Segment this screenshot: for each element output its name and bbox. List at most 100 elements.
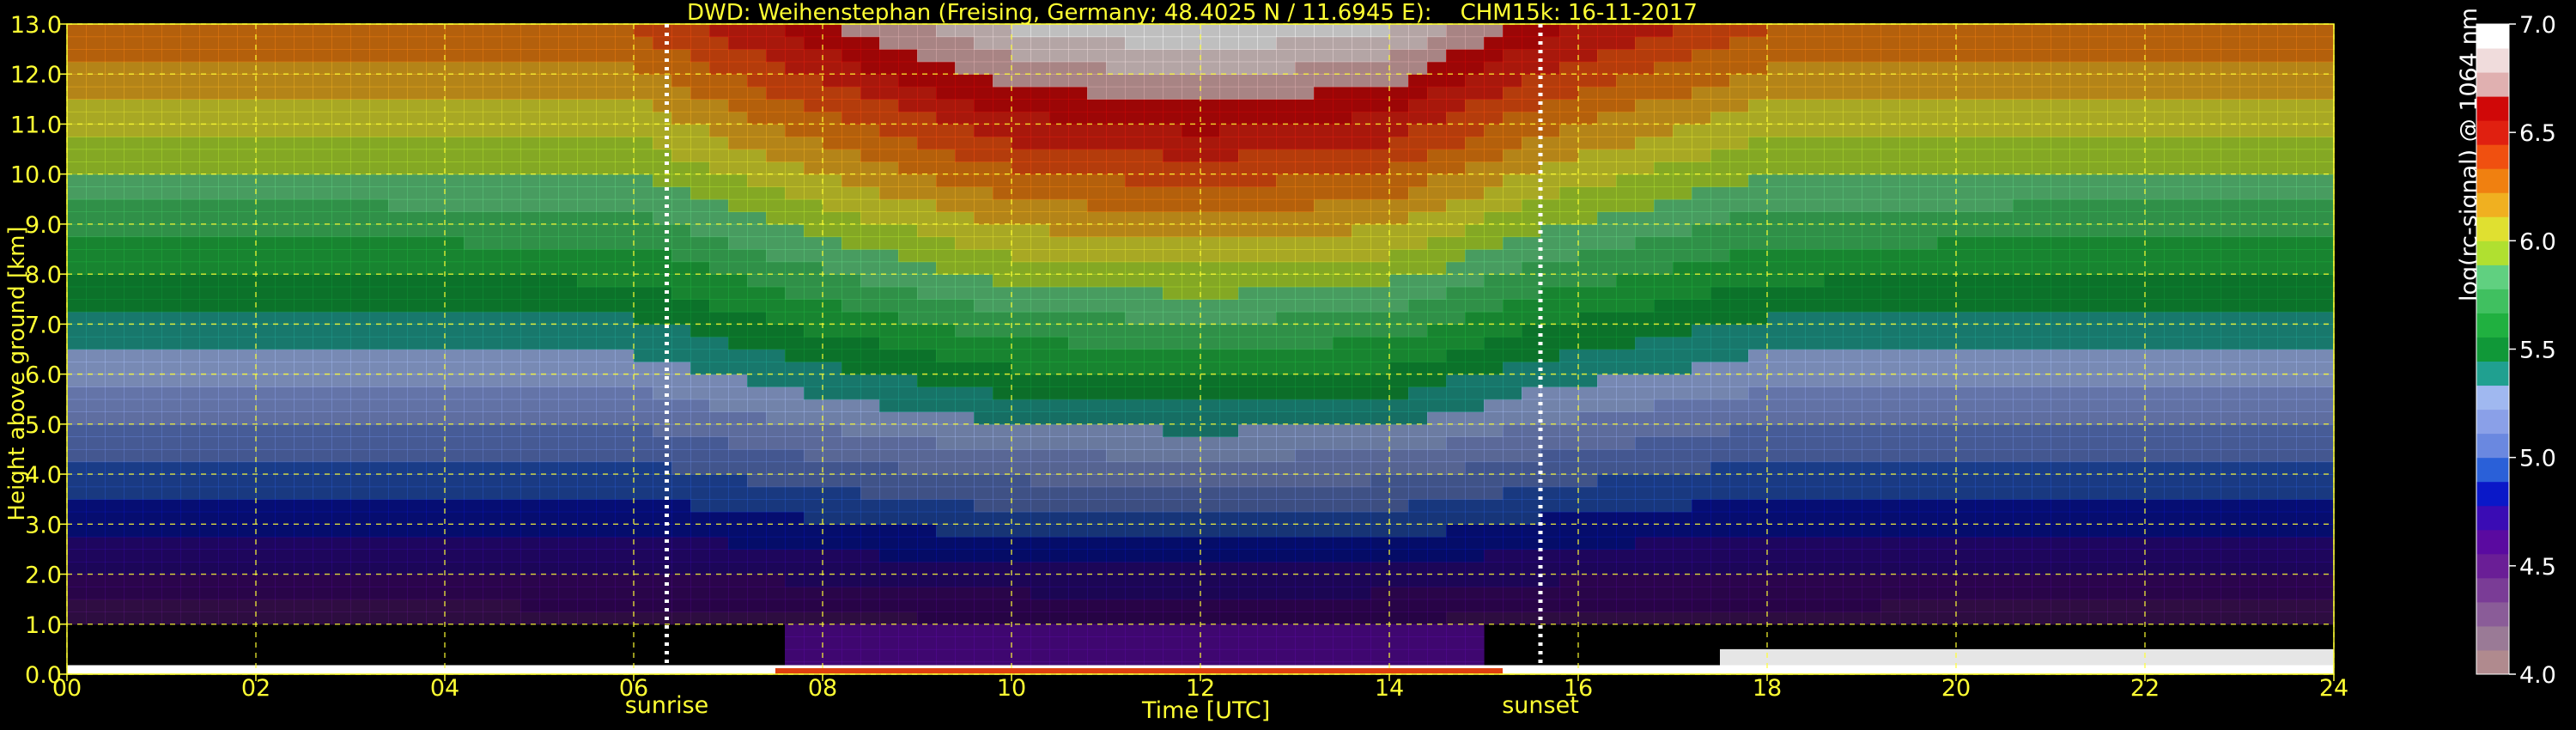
signal-cell (388, 636, 408, 649)
signal-cell (1427, 636, 1447, 650)
signal-cell (161, 74, 181, 88)
signal-cell (1219, 137, 1239, 150)
signal-cell (313, 286, 332, 300)
signal-cell (407, 324, 427, 338)
signal-cell (1049, 261, 1069, 275)
signal-cell (1049, 561, 1069, 575)
signal-cell (653, 74, 672, 88)
signal-cell (313, 124, 332, 137)
signal-cell (804, 261, 823, 275)
signal-cell (1540, 536, 1560, 551)
signal-cell (1540, 599, 1560, 612)
signal-cell (1729, 137, 1749, 150)
signal-cell (1314, 486, 1334, 500)
signal-cell (577, 374, 597, 387)
signal-cell (1333, 173, 1352, 187)
signal-cell (671, 636, 691, 649)
signal-cell (936, 261, 956, 275)
signal-cell (1767, 111, 1787, 125)
signal-cell (1389, 398, 1409, 412)
signal-cell (1125, 461, 1145, 475)
signal-cell (1578, 324, 1598, 338)
signal-cell (520, 461, 540, 475)
signal-cell (1068, 624, 1088, 637)
signal-cell (1673, 474, 1692, 488)
signal-cell (596, 186, 616, 200)
signal-cell (1200, 524, 1220, 538)
signal-cell (1389, 349, 1409, 362)
signal-cell (993, 274, 1012, 288)
signal-cell (1012, 149, 1031, 162)
signal-cell (1654, 398, 1674, 412)
signal-cell (275, 274, 295, 288)
signal-cell (1106, 249, 1126, 263)
signal-cell (218, 261, 238, 275)
signal-cell (1635, 311, 1655, 325)
signal-cell (1522, 587, 1541, 600)
signal-cell (1710, 74, 1730, 88)
signal-cell (464, 499, 483, 513)
signal-cell (1257, 536, 1277, 551)
signal-cell (917, 398, 937, 412)
signal-cell (1559, 137, 1579, 150)
signal-cell (1748, 524, 1768, 538)
signal-cell (841, 511, 861, 525)
signal-cell (1427, 624, 1447, 637)
signal-cell (1522, 49, 1541, 63)
signal-cell (313, 173, 332, 187)
signal-cell (275, 649, 295, 662)
signal-cell (1049, 549, 1069, 563)
signal-cell (407, 474, 427, 488)
signal-cell (1446, 49, 1466, 63)
signal-cell (1692, 474, 1711, 488)
signal-cell (1578, 274, 1598, 288)
signal-cell (1540, 374, 1560, 387)
signal-cell (1710, 324, 1730, 338)
signal-cell (1219, 173, 1239, 187)
signal-cell (1635, 511, 1655, 525)
signal-cell (974, 61, 993, 75)
signal-cell (1125, 511, 1145, 525)
signal-cell (1597, 124, 1617, 137)
signal-cell (955, 161, 975, 175)
signal-cell (369, 137, 389, 150)
signal-cell (294, 411, 313, 425)
signal-cell (1484, 574, 1504, 587)
signal-cell (1692, 374, 1711, 387)
signal-cell (445, 137, 465, 150)
signal-cell (766, 49, 786, 63)
signal-cell (1597, 24, 1617, 38)
signal-cell (1333, 448, 1352, 463)
signal-cell (1238, 286, 1258, 300)
signal-cell (1182, 311, 1201, 325)
signal-cell (331, 587, 351, 600)
signal-cell (199, 198, 219, 212)
signal-cell (1276, 448, 1296, 463)
signal-cell (1692, 486, 1711, 500)
signal-cell (539, 448, 559, 463)
signal-cell (841, 311, 861, 325)
signal-cell (671, 299, 691, 313)
signal-cell (1446, 336, 1466, 350)
signal-cell (1673, 599, 1692, 612)
signal-cell (653, 186, 672, 200)
signal-cell (1786, 423, 1806, 438)
signal-cell (1125, 386, 1145, 400)
signal-cell (407, 149, 427, 162)
signal-cell (1673, 86, 1692, 100)
signal-cell (256, 486, 276, 500)
signal-cell (1087, 186, 1107, 200)
signal-cell (728, 223, 748, 238)
signal-cell (1125, 261, 1145, 275)
signal-cell (520, 161, 540, 175)
signal-cell (1824, 124, 1844, 137)
signal-cell (483, 49, 502, 63)
signal-cell (917, 486, 937, 500)
signal-cell (67, 286, 87, 300)
signal-cell (1276, 374, 1296, 387)
signal-cell (1257, 524, 1277, 538)
signal-cell (161, 436, 181, 450)
signal-cell (804, 186, 823, 200)
signal-cell (1540, 299, 1560, 313)
signal-cell (1049, 124, 1069, 137)
